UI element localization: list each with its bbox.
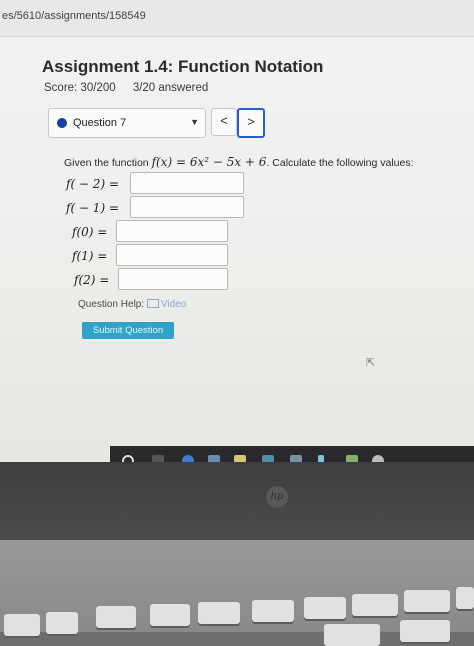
item-label-f-neg2: f( − 2) =: [66, 177, 119, 191]
video-link[interactable]: Video: [146, 299, 187, 310]
laptop-keyboard: [0, 540, 474, 646]
key: [4, 614, 40, 636]
score-row: Score: 30/200 3/20 answered: [44, 82, 222, 94]
submit-question-button[interactable]: Submit Question: [82, 322, 174, 339]
key: [400, 620, 450, 642]
taskbar: [110, 446, 474, 462]
video-label: Video: [160, 299, 187, 310]
video-icon: [146, 299, 159, 308]
lightning-icon[interactable]: [318, 455, 324, 462]
url-text[interactable]: es/5610/assignments/158549: [2, 10, 146, 22]
status-dot-icon: [57, 118, 67, 128]
key: [252, 600, 294, 622]
hp-logo: hp: [266, 486, 288, 508]
question-select-label: Question 7: [73, 117, 127, 129]
question-prompt: Given the function f(x) = 6x² − 5x + 6. …: [64, 155, 414, 169]
item-label-f-neg1: f( − 1) =: [66, 201, 119, 215]
item-label-f-2: f(2) =: [74, 273, 110, 287]
browser-icon[interactable]: [182, 455, 194, 462]
settings-gear-icon[interactable]: [372, 455, 384, 462]
answer-input-f-neg2[interactable]: [130, 172, 244, 194]
key: [96, 606, 136, 628]
help-label: Question Help:: [78, 299, 145, 310]
maps-icon[interactable]: [346, 455, 358, 462]
key: [198, 602, 240, 624]
dropbox-icon[interactable]: [290, 455, 302, 462]
laptop-bezel: [0, 462, 474, 540]
next-question-button[interactable]: >: [237, 108, 265, 138]
question-select[interactable]: Question 7 ▼: [48, 108, 206, 138]
answered-count: 3/20 answered: [132, 82, 209, 94]
prompt-intro: Given the function: [64, 157, 149, 169]
answer-input-f-neg1[interactable]: [130, 196, 244, 218]
prev-question-button[interactable]: <: [211, 108, 237, 136]
photos-icon[interactable]: [262, 455, 274, 462]
score-text: Score: 30/200: [44, 82, 116, 94]
key: [304, 597, 346, 619]
answer-input-f-2[interactable]: [118, 268, 228, 290]
page-title: Assignment 1.4: Function Notation: [42, 57, 324, 76]
store-icon[interactable]: [234, 455, 246, 462]
screen: es/5610/assignments/158549 Assignment 1.…: [0, 0, 474, 462]
browser-url-bar[interactable]: es/5610/assignments/158549: [0, 0, 474, 37]
answer-input-f-0[interactable]: [116, 220, 228, 242]
mouse-cursor-icon: ⇱: [366, 357, 376, 369]
key: [46, 612, 78, 634]
key: [150, 604, 190, 626]
caret-down-icon: ▼: [190, 117, 199, 127]
question-help: Question Help: Video: [78, 298, 186, 310]
key: [404, 590, 450, 612]
item-label-f-1: f(1) =: [72, 249, 108, 263]
prompt-instruction: . Calculate the following values:: [266, 157, 414, 169]
item-label-f-0: f(0) =: [72, 225, 108, 239]
launcher-icon[interactable]: [122, 455, 134, 462]
key: [352, 594, 398, 616]
key: [456, 587, 474, 609]
answer-input-f-1[interactable]: [116, 244, 228, 266]
function-expression: f(x) = 6x² − 5x + 6: [151, 155, 267, 169]
key: [324, 624, 380, 646]
mail-icon[interactable]: [208, 455, 220, 462]
app-grid-icon[interactable]: [152, 455, 164, 462]
